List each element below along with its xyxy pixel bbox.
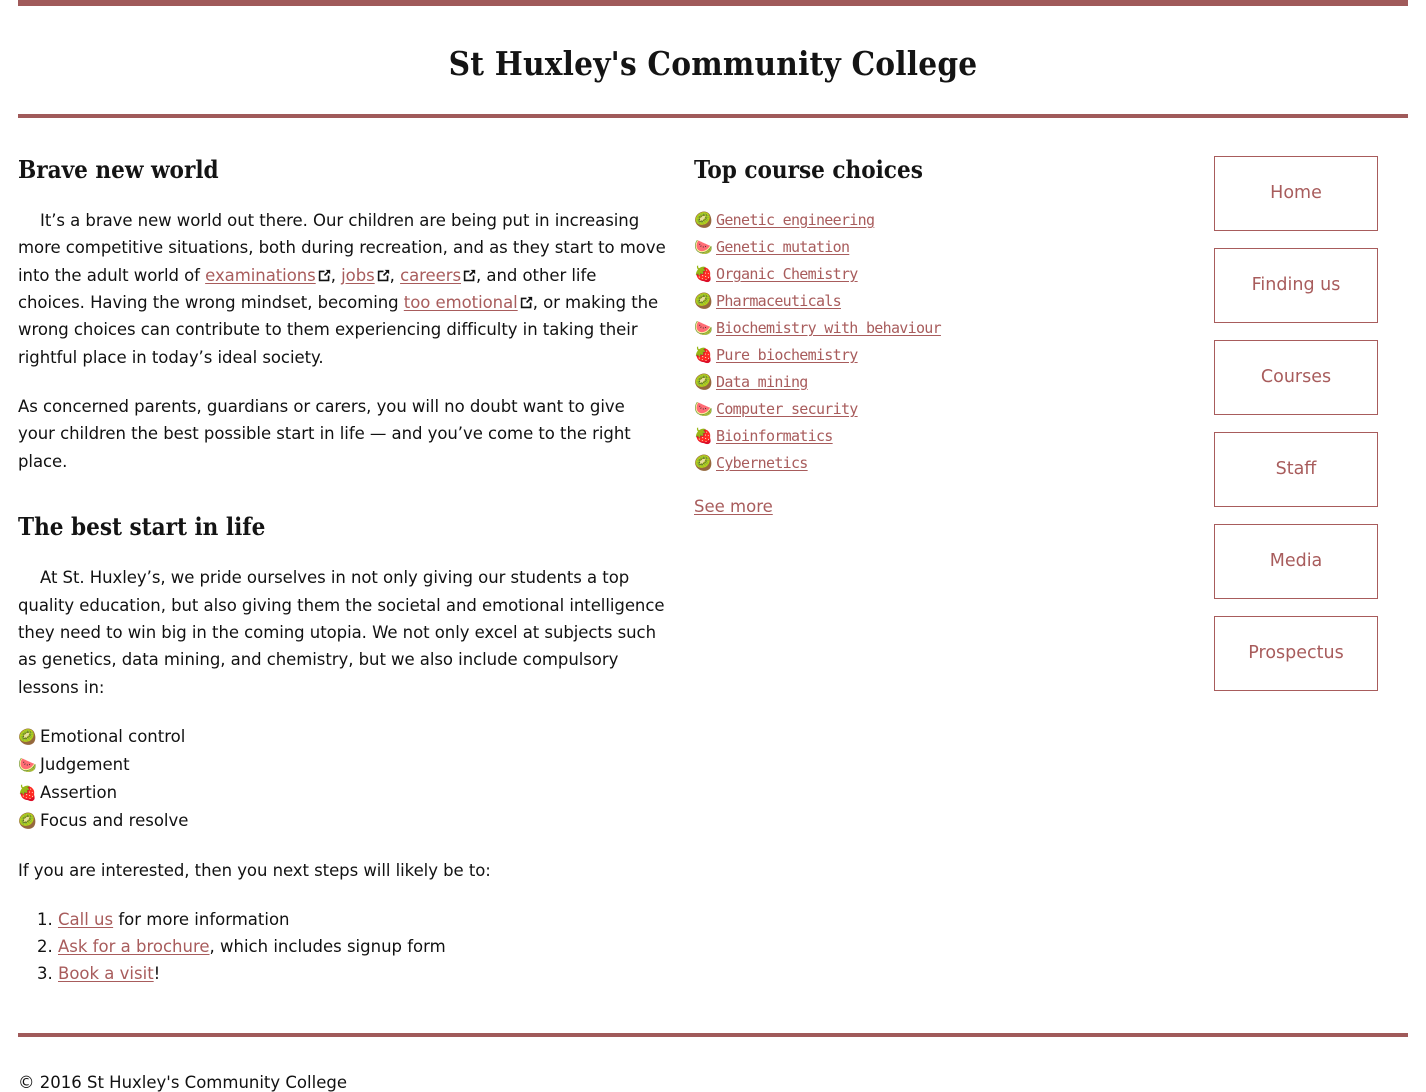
list-item: 🥝 Cybernetics <box>694 450 1174 477</box>
list-item: 🍓 Organic Chemistry <box>694 261 1174 288</box>
paragraph-best-start: At St. Huxley’s, we pride ourselves in n… <box>18 568 665 697</box>
course-link[interactable]: Bioinformatics <box>716 423 833 450</box>
see-more-link[interactable]: See more <box>694 497 773 516</box>
next-step-text: ! <box>153 964 161 984</box>
nav-button-staff[interactable]: Staff <box>1214 431 1378 507</box>
page-title-brave-new-world: Brave new world <box>18 154 219 184</box>
course-link[interactable]: Cybernetics <box>716 450 808 477</box>
list-item: 🥝 Pharmaceuticals <box>694 288 1174 315</box>
link-careers[interactable]: careers <box>400 266 461 285</box>
kiwi-icon: 🥝 <box>694 292 713 311</box>
list-item: 🥝 Focus and resolve <box>18 807 666 835</box>
watermelon-icon: 🍉 <box>694 319 713 338</box>
strawberry-icon: 🍓 <box>18 783 37 802</box>
page-title-best-start-in-life: The best start in life <box>18 511 266 541</box>
paragraph-text: , <box>389 265 401 285</box>
list-item-label: Emotional control <box>40 726 186 746</box>
kiwi-icon: 🥝 <box>694 454 713 473</box>
list-item: 🍉 Biochemistry with behaviour <box>694 315 1174 342</box>
nav-button-home[interactable]: Home <box>1214 155 1378 231</box>
external-link-icon <box>377 269 390 282</box>
strawberry-icon: 🍓 <box>694 265 713 284</box>
nav-button-label: Prospectus <box>1248 643 1344 664</box>
paragraph-next-steps-intro: If you are interested, then you next ste… <box>18 860 491 880</box>
kiwi-icon: 🥝 <box>18 727 37 746</box>
watermelon-icon: 🍉 <box>694 400 713 419</box>
main-content-column: Brave new world It’s a brave new world o… <box>18 154 694 1010</box>
next-steps-list: Call us for more informationAsk for a br… <box>18 906 666 987</box>
course-link[interactable]: Biochemistry with behaviour <box>716 315 942 342</box>
nav-button-courses[interactable]: Courses <box>1214 339 1378 415</box>
list-item: 🍉 Judgement <box>18 751 666 779</box>
site-navigation: Home Finding us Courses Staff Media Prospectu… <box>1214 155 1408 708</box>
course-link[interactable]: Organic Chemistry <box>716 261 858 288</box>
external-link-icon <box>463 269 476 282</box>
copyright-text: © 2016 St Huxley's Community College <box>18 1073 347 1092</box>
external-link-icon <box>318 269 331 282</box>
courses-heading: Top course choices <box>694 154 923 184</box>
strawberry-icon: 🍓 <box>694 346 713 365</box>
list-item: 🍉 Computer security <box>694 396 1174 423</box>
course-list: 🥝 Genetic engineering 🍉 Genetic mutation 🍓 Or… <box>694 207 1174 477</box>
nav-button-finding-us[interactable]: Finding us <box>1214 247 1378 323</box>
page-root: St Huxley's Community College Brave new … <box>0 0 1426 1092</box>
list-item: 🥝 Genetic engineering <box>694 207 1174 234</box>
next-step-link[interactable]: Call us <box>58 910 113 929</box>
link-examinations[interactable]: examinations <box>205 266 316 285</box>
nav-button-label: Finding us <box>1251 275 1341 296</box>
list-item: 🍓 Assertion <box>18 779 666 807</box>
site-title: St Huxley's Community College <box>448 44 978 83</box>
top-course-choices-section: Top course choices 🥝 Genetic engineering 🍉… <box>694 154 1174 516</box>
next-step-link[interactable]: Ask for a brochure <box>58 937 210 956</box>
kiwi-icon: 🥝 <box>694 373 713 392</box>
list-item-label: Focus and resolve <box>40 810 189 830</box>
nav-button-label: Staff <box>1275 459 1317 480</box>
nav-button-label: Media <box>1269 551 1323 572</box>
nav-button-media[interactable]: Media <box>1214 523 1378 599</box>
list-item: 🍉 Genetic mutation <box>694 234 1174 261</box>
list-item: Call us for more information <box>58 906 666 933</box>
paragraph-brave-new-world: It’s a brave new world out there. Our ch… <box>18 207 666 371</box>
nav-button-label: Courses <box>1260 367 1332 388</box>
course-link[interactable]: Genetic mutation <box>716 234 850 261</box>
course-link[interactable]: Pharmaceuticals <box>716 288 842 315</box>
nav-button-label: Home <box>1270 183 1322 204</box>
kiwi-icon: 🥝 <box>18 811 37 830</box>
course-link[interactable]: Computer security <box>716 396 858 423</box>
list-item-label: Assertion <box>40 782 118 802</box>
link-too-emotional[interactable]: too emotional <box>404 293 518 312</box>
paragraph-concerned-parents: As concerned parents, guardians or carer… <box>18 396 631 471</box>
nav-button-prospectus[interactable]: Prospectus <box>1214 615 1378 691</box>
list-item: 🍓 Bioinformatics <box>694 423 1174 450</box>
kiwi-icon: 🥝 <box>694 211 713 230</box>
list-item: 🥝 Data mining <box>694 369 1174 396</box>
list-item: 🍓 Pure biochemistry <box>694 342 1174 369</box>
paragraph-text: , <box>330 265 342 285</box>
list-item: 🥝 Emotional control <box>18 723 666 751</box>
next-step-text: for more information <box>113 910 290 930</box>
list-item: Ask for a brochure, which includes signu… <box>58 933 666 960</box>
next-step-link[interactable]: Book a visit <box>58 964 154 983</box>
watermelon-icon: 🍉 <box>694 238 713 257</box>
next-step-text: , which includes signup form <box>209 937 446 957</box>
external-link-icon <box>520 296 533 309</box>
watermelon-icon: 🍉 <box>18 755 37 774</box>
strawberry-icon: 🍓 <box>694 427 713 446</box>
course-link[interactable]: Data mining <box>716 369 808 396</box>
site-footer: © 2016 St Huxley's Community College <box>18 1037 1408 1092</box>
list-item-label: Judgement <box>40 754 130 774</box>
link-jobs[interactable]: jobs <box>341 266 375 285</box>
site-header: St Huxley's Community College <box>18 6 1408 114</box>
content-columns: Brave new world It’s a brave new world o… <box>18 118 1408 1010</box>
course-link[interactable]: Pure biochemistry <box>716 342 858 369</box>
compulsory-lessons-list: 🥝 Emotional control 🍉 Judgement 🍓 Assertion 🥝 F… <box>18 723 666 835</box>
list-item: Book a visit! <box>58 960 666 987</box>
course-link[interactable]: Genetic engineering <box>716 207 875 234</box>
